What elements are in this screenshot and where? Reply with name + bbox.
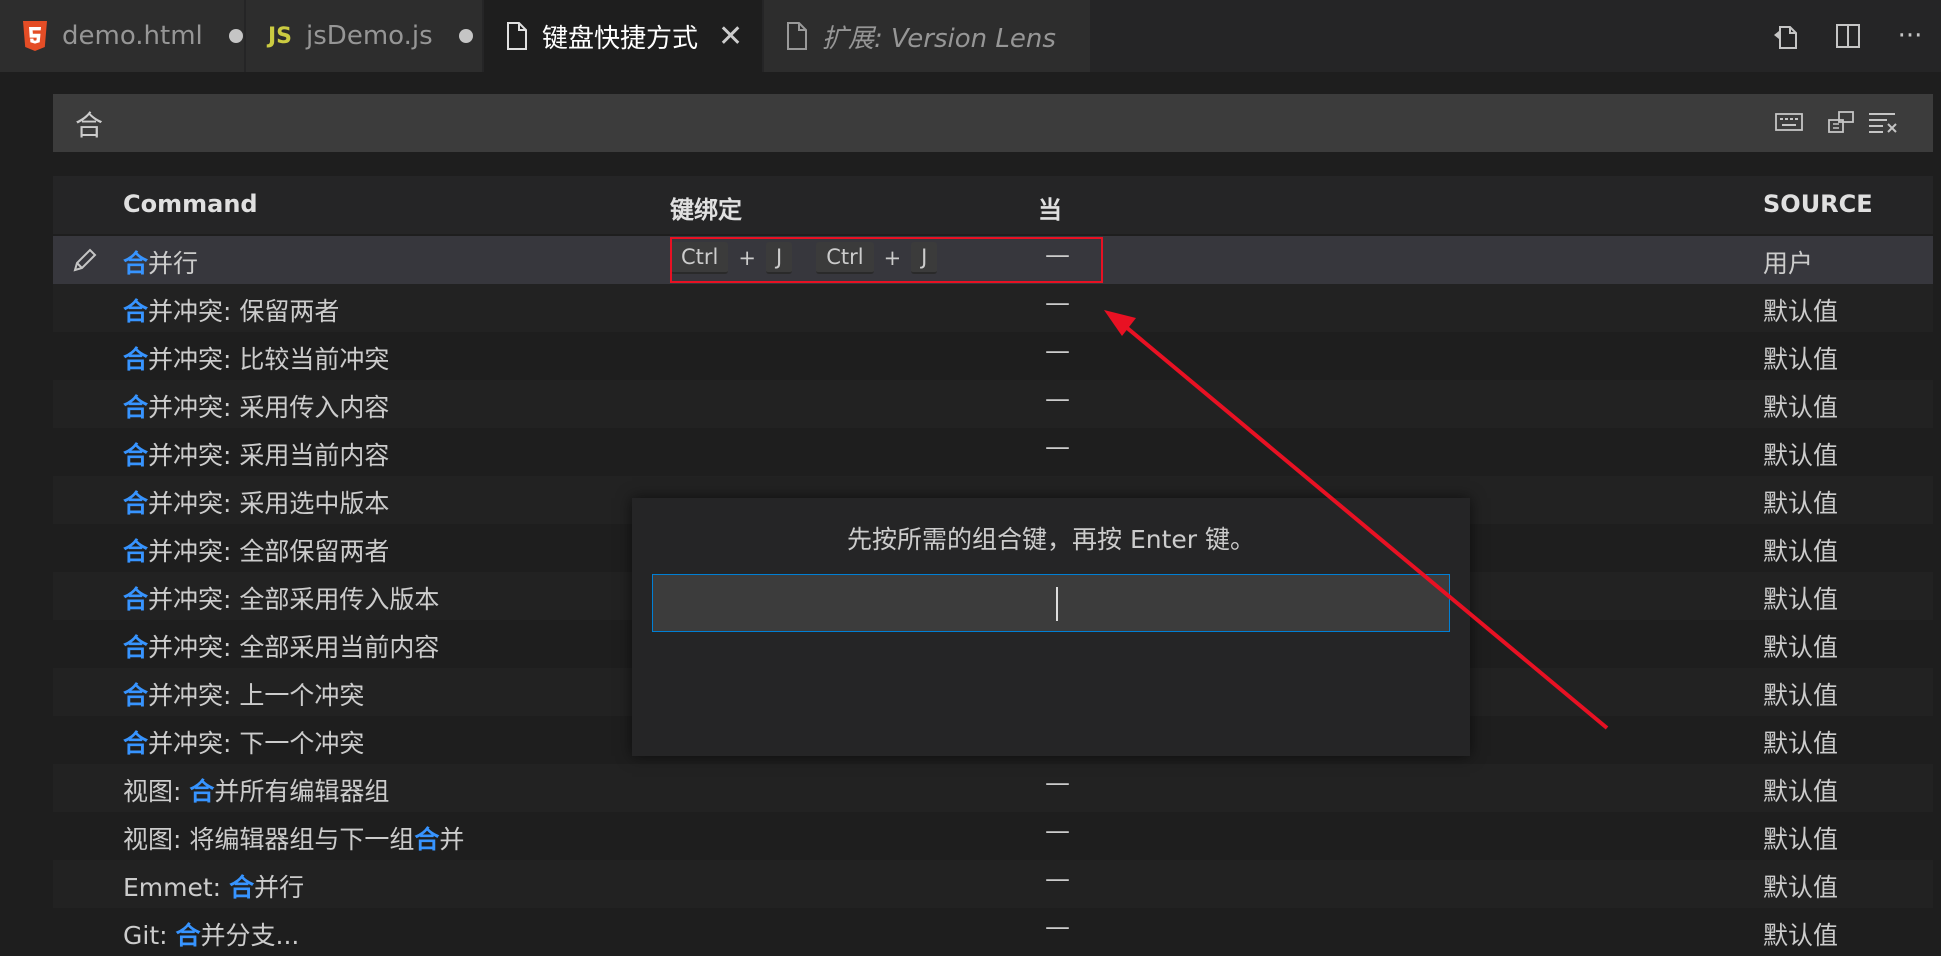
source-label: 默认值 [1763, 777, 1839, 806]
open-keybindings-json-icon[interactable] [1755, 0, 1817, 72]
more-actions-icon[interactable]: ··· [1879, 0, 1941, 72]
table-row[interactable]: 视图: 将编辑器组与下一组合并 — 默认值 [53, 812, 1933, 860]
when-clause: — [1045, 336, 1070, 365]
source-label: 默认值 [1763, 393, 1839, 422]
source-label: 默认值 [1763, 441, 1839, 470]
tab-demo-html[interactable]: demo.html [0, 0, 244, 72]
when-clause: — [1045, 864, 1070, 893]
pencil-edit-icon[interactable] [71, 246, 99, 274]
table-row[interactable]: Git: 合并分支... — 默认值 [53, 908, 1933, 956]
source-label: 默认值 [1763, 297, 1839, 326]
split-editor-icon[interactable] [1817, 0, 1879, 72]
source-label: 默认值 [1763, 489, 1839, 518]
command-label: 视图: 将编辑器组与下一组合并 [123, 825, 465, 854]
table-row[interactable]: 合并冲突: 比较当前冲突 — 默认值 [53, 332, 1933, 380]
command-label: 视图: 合并所有编辑器组 [123, 777, 390, 806]
tab-label: 扩展: Version Lens [822, 23, 1056, 54]
tab-label: 键盘快捷方式 [542, 23, 699, 54]
table-row[interactable]: 合并冲突: 采用传入内容 — 默认值 [53, 380, 1933, 428]
source-label: 默认值 [1763, 873, 1839, 902]
command-label: 合并冲突: 下一个冲突 [123, 729, 365, 758]
when-clause: — [1045, 816, 1070, 845]
source-label: 默认值 [1763, 585, 1839, 614]
command-label: 合并冲突: 全部采用当前内容 [123, 633, 440, 662]
source-label: 默认值 [1763, 921, 1839, 950]
text-caret [1056, 587, 1058, 621]
record-keys-icon[interactable] [1771, 104, 1807, 140]
table-row[interactable]: Emmet: 合并行 — 默认值 [53, 860, 1933, 908]
when-clause: — [1045, 432, 1070, 461]
file-icon [506, 22, 528, 50]
editor-tab-bar: demo.html JS jsDemo.js 键盘快捷方式 ✕ 扩展: Vers… [0, 0, 1941, 72]
column-header-keybinding[interactable]: 键绑定 [670, 190, 742, 225]
html5-icon [22, 21, 48, 51]
sort-by-precedence-icon[interactable] [1823, 104, 1859, 140]
tab-extension-version-lens[interactable]: 扩展: Version Lens [764, 0, 1090, 72]
source-label: 默认值 [1763, 537, 1839, 566]
when-clause: — [1045, 768, 1070, 797]
command-label: 合并冲突: 采用传入内容 [123, 393, 390, 422]
unsaved-dot-icon[interactable] [228, 29, 243, 43]
close-icon[interactable]: ✕ [718, 19, 743, 54]
command-label: 合并冲突: 全部保留两者 [123, 537, 390, 566]
column-header-source[interactable]: SOURCE [1763, 190, 1873, 218]
when-clause: — [1045, 384, 1070, 413]
table-row[interactable]: 视图: 合并所有编辑器组 — 默认值 [53, 764, 1933, 812]
search-input[interactable]: 合 [75, 104, 103, 144]
tab-keyboard-shortcuts[interactable]: 键盘快捷方式 ✕ [484, 0, 762, 72]
table-row[interactable]: 合并冲突: 采用当前内容 — 默认值 [53, 428, 1933, 476]
unsaved-dot-icon[interactable] [458, 29, 473, 43]
source-label: 默认值 [1763, 729, 1839, 758]
dialog-message: 先按所需的组合键，再按 Enter 键。 [847, 525, 1255, 554]
tab-label: demo.html [62, 21, 203, 51]
command-label: 合并冲突: 比较当前冲突 [123, 345, 390, 374]
command-label: 合并冲突: 采用选中版本 [123, 489, 390, 518]
command-label: 合并冲突: 全部采用传入版本 [123, 585, 440, 614]
file-icon [786, 22, 808, 50]
tab-label: jsDemo.js [306, 21, 433, 51]
command-label: 合并行 [123, 249, 199, 278]
when-clause: — [1045, 912, 1070, 941]
column-header-command[interactable]: Command [123, 190, 258, 218]
table-row[interactable]: 合并冲突: 保留两者 — 默认值 [53, 284, 1933, 332]
annotation-highlight-box [670, 237, 1103, 283]
source-label: 用户 [1763, 249, 1814, 278]
source-label: 默认值 [1763, 345, 1839, 374]
command-label: 合并冲突: 保留两者 [123, 297, 340, 326]
javascript-icon: JS [268, 23, 293, 49]
keybinding-input[interactable] [652, 574, 1450, 632]
clear-search-icon[interactable] [1865, 104, 1901, 140]
define-keybinding-dialog: 先按所需的组合键，再按 Enter 键。 [632, 498, 1470, 756]
when-clause: — [1045, 288, 1070, 317]
source-label: 默认值 [1763, 681, 1839, 710]
table-header: Command 键绑定 当 SOURCE [53, 176, 1933, 234]
tab-jsdemo-js[interactable]: JS jsDemo.js [246, 0, 482, 72]
command-label: Git: 合并分支... [123, 921, 300, 950]
editor-actions: ··· [1755, 0, 1941, 72]
keybindings-search[interactable]: 合 [53, 94, 1933, 152]
column-header-when[interactable]: 当 [1038, 190, 1062, 225]
command-label: 合并冲突: 上一个冲突 [123, 681, 365, 710]
source-label: 默认值 [1763, 825, 1839, 854]
command-label: Emmet: 合并行 [123, 873, 305, 902]
command-label: 合并冲突: 采用当前内容 [123, 441, 390, 470]
source-label: 默认值 [1763, 633, 1839, 662]
